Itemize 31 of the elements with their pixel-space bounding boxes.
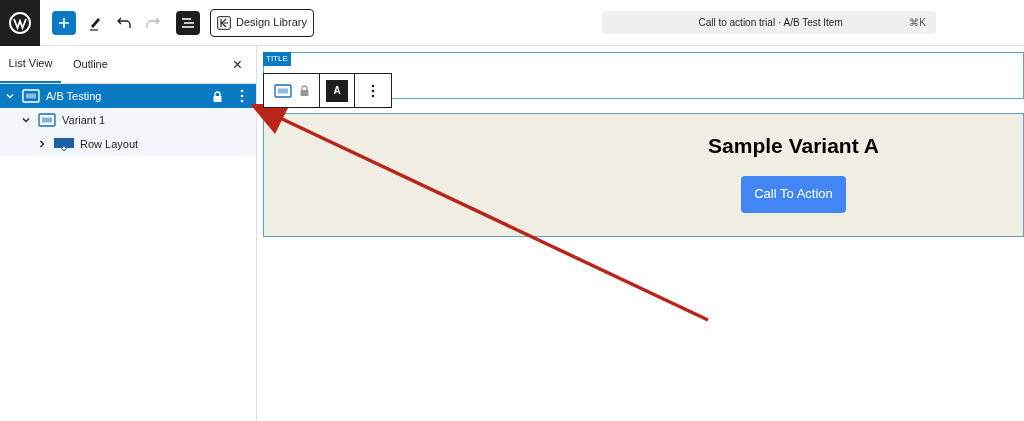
avatar-button[interactable]: A (326, 79, 348, 102)
shortcut-hint: ⌘K (909, 16, 927, 30)
item-label: Variant 1 (62, 112, 107, 128)
list-view-button[interactable] (176, 10, 200, 35)
list-icon (181, 16, 195, 29)
undo-icon[interactable] (117, 16, 131, 29)
block-icon (38, 113, 56, 127)
document-title: Call to action trial · A/B Test Item (697, 16, 844, 30)
command-bar[interactable]: Call to action trial · A/B Test Item ⌘K (601, 11, 936, 34)
close-button[interactable]: × (218, 46, 256, 83)
sidebar-tab[interactable]: Outline (61, 46, 120, 83)
item-label: Row Layout (80, 136, 140, 152)
add-block-button[interactable] (52, 10, 76, 35)
block-icon (22, 89, 40, 103)
lock-icon (213, 90, 222, 102)
plus-icon (58, 16, 70, 29)
item-label: A/B Testing (46, 88, 103, 104)
row-icon (54, 137, 74, 151)
design-library-button[interactable]: Design Library (210, 8, 314, 37)
tree-item[interactable]: Row Layout (0, 132, 256, 156)
chevron-icon[interactable] (22, 116, 30, 124)
tree-item[interactable]: Variant 1 (0, 108, 256, 132)
variant-heading: Sample Variant A (708, 133, 879, 159)
call-to-action-button[interactable]: Call To Action (741, 175, 846, 213)
library-icon (217, 15, 231, 30)
more-options-icon[interactable] (371, 83, 375, 98)
block-icon (274, 83, 292, 98)
chevron-icon[interactable] (38, 140, 46, 148)
wordpress-logo[interactable] (0, 0, 40, 46)
block-label: TITLE (263, 52, 291, 66)
lock-icon (300, 85, 309, 96)
